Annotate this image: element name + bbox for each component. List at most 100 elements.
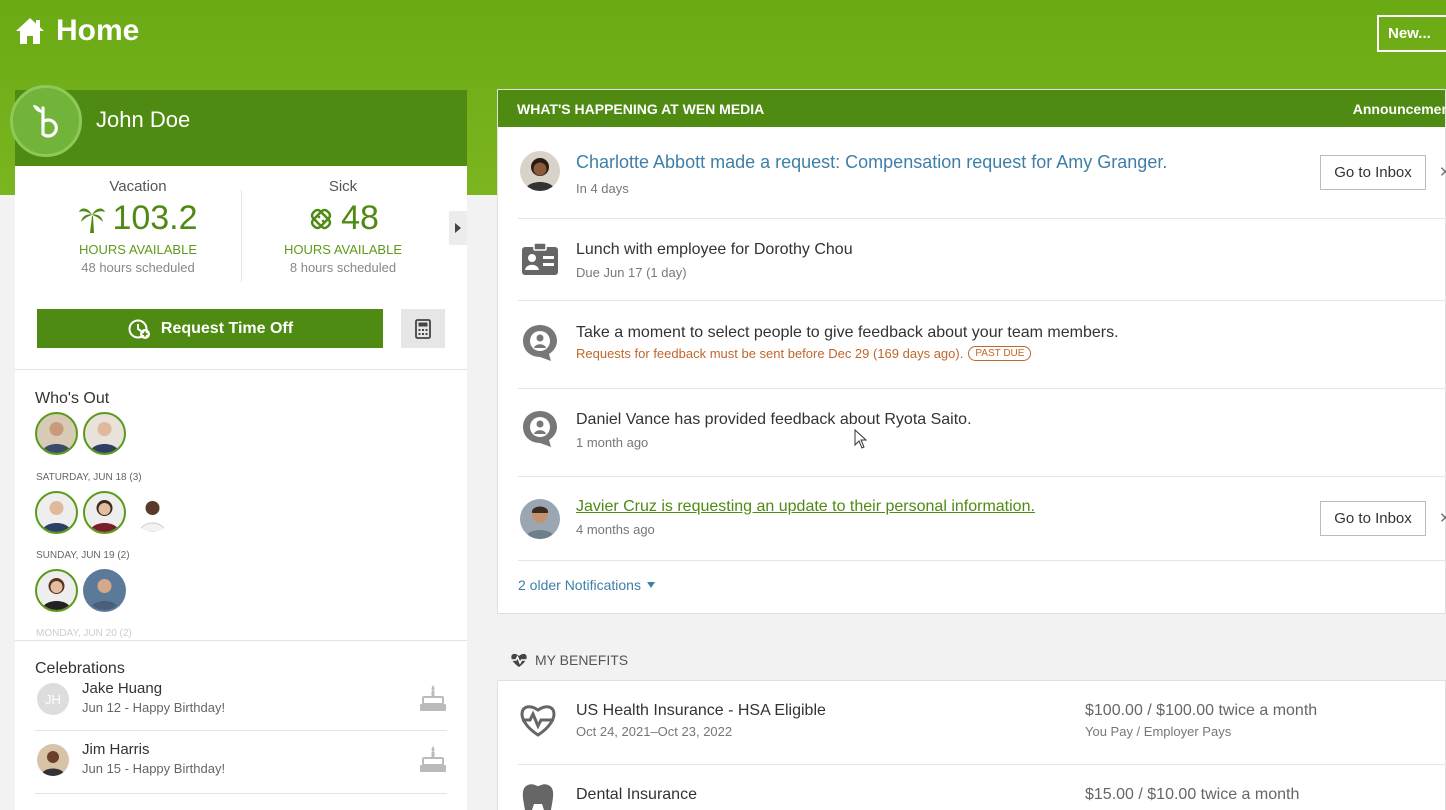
celebration-sub: Jun 15 - Happy Birthday! <box>82 761 226 776</box>
cake-icon <box>420 746 446 772</box>
employee-card: John Doe Vacation 103.2 HOURS AVAILABLE … <box>10 85 467 810</box>
sick-balance[interactable]: Sick 48 HOURS AVAILABLE 8 hours schedule… <box>240 178 446 275</box>
request-time-off-button[interactable]: Request Time Off <box>37 309 383 348</box>
profile-name[interactable]: John Doe <box>96 107 190 133</box>
whos-out-today <box>35 412 126 455</box>
avatar[interactable] <box>83 491 126 534</box>
notification-item[interactable]: Daniel Vance has provided feedback about… <box>518 389 1446 477</box>
celebration-item[interactable]: JH Jake Huang Jun 12 - Happy Birthday! <box>35 679 447 729</box>
close-icon[interactable]: ✕ <box>1439 509 1446 527</box>
notification-title: Take a moment to select people to give f… <box>576 324 1119 341</box>
avatar[interactable] <box>35 569 78 612</box>
go-to-inbox-button[interactable]: Go to Inbox <box>1320 155 1426 190</box>
notification-item[interactable]: Javier Cruz is requesting an update to t… <box>518 477 1446 561</box>
balance-type: Sick <box>328 178 358 195</box>
mouse-cursor-icon <box>854 429 868 449</box>
older-notifications-link[interactable]: 2 older Notifications <box>518 577 655 593</box>
day-heading: SATURDAY, JUN 18 (3) <box>36 472 142 483</box>
close-icon[interactable]: ✕ <box>1439 163 1446 181</box>
page-header: Home <box>14 14 139 48</box>
avatar[interactable] <box>35 491 78 534</box>
avatar <box>37 744 69 776</box>
feedback-icon <box>520 409 560 449</box>
balance-type: Vacation <box>109 178 167 195</box>
request-time-off-label: Request Time Off <box>160 319 294 337</box>
company-logo <box>10 85 82 157</box>
benefit-cost: $100.00 / $100.00 twice a month <box>1085 702 1318 719</box>
benefit-cost: $15.00 / $10.00 twice a month <box>1085 786 1300 803</box>
home-icon <box>16 18 44 44</box>
benefit-name: US Health Insurance - HSA Eligible <box>576 702 826 719</box>
id-card-icon <box>520 239 560 279</box>
feedback-icon <box>520 323 560 363</box>
new-button[interactable]: New... <box>1377 15 1446 52</box>
notification-warning: Requests for feedback must be sent befor… <box>576 346 1032 361</box>
clock-plus-icon <box>128 319 150 339</box>
benefits-panel: US Health Insurance - HSA Eligible Oct 2… <box>497 680 1446 810</box>
benefit-item[interactable]: US Health Insurance - HSA Eligible Oct 2… <box>518 681 1446 765</box>
balance-scheduled: 8 hours scheduled <box>289 260 397 275</box>
page-title: Home <box>56 14 140 47</box>
older-notifications-label: 2 older Notifications <box>518 577 641 593</box>
celebrations-title: Celebrations <box>35 660 125 677</box>
notification-item[interactable]: Lunch with employee for Dorothy Chou Due… <box>518 219 1446 301</box>
whos-out-day <box>35 569 126 612</box>
balance-value: 103.2 <box>112 199 198 237</box>
warning-text: Requests for feedback must be sent befor… <box>576 346 964 361</box>
celebration-name: Jake Huang <box>82 680 163 697</box>
avatar[interactable] <box>83 412 126 455</box>
balance-available: HOURS AVAILABLE <box>283 242 402 257</box>
notification-item[interactable]: Charlotte Abbott made a request: Compens… <box>518 127 1446 219</box>
notification-item[interactable]: Take a moment to select people to give f… <box>518 301 1446 389</box>
announcements-tab[interactable]: Announcemen <box>1353 101 1446 117</box>
panel-header: WHAT'S HAPPENING AT WEN MEDIA Announceme… <box>498 90 1446 127</box>
calculator-button[interactable] <box>401 309 445 348</box>
balance-available: HOURS AVAILABLE <box>78 242 197 257</box>
bandage-icon <box>310 208 332 229</box>
caret-down-icon <box>646 582 655 588</box>
celebration-name: Jim Harris <box>82 741 150 758</box>
benefit-payer: You Pay / Employer Pays <box>1085 724 1232 739</box>
tooth-icon <box>522 784 554 810</box>
notification-sub: Due Jun 17 (1 day) <box>576 265 687 280</box>
leaf-b-icon <box>33 105 58 138</box>
go-to-inbox-button[interactable]: Go to Inbox <box>1320 501 1426 536</box>
cake-icon <box>420 685 446 711</box>
avatar <box>520 151 560 191</box>
time-off-balances: Vacation 103.2 HOURS AVAILABLE 48 hours … <box>15 166 467 296</box>
profile-bar: John Doe <box>10 85 467 166</box>
whats-happening-panel: WHAT'S HAPPENING AT WEN MEDIA Announceme… <box>497 89 1446 614</box>
avatar[interactable] <box>83 569 126 612</box>
benefits-title: MY BENEFITS <box>535 652 629 668</box>
balance-scheduled: 48 hours scheduled <box>81 260 195 275</box>
balance-value: 48 <box>341 199 379 237</box>
avatar: JH <box>37 683 69 715</box>
benefit-dates: Oct 24, 2021–Oct 23, 2022 <box>576 724 733 739</box>
day-heading: MONDAY, JUN 20 (2) <box>36 628 132 639</box>
divider <box>35 793 447 794</box>
notification-title: Lunch with employee for Dorothy Chou <box>576 241 853 258</box>
benefits-heading: MY BENEFITS <box>510 652 628 668</box>
divider <box>15 640 467 641</box>
calculator-icon <box>415 318 431 339</box>
notification-sub: 4 months ago <box>576 522 655 537</box>
notification-title: Daniel Vance has provided feedback about… <box>576 411 972 428</box>
whos-out-day <box>35 491 174 534</box>
palm-tree-icon <box>79 208 106 233</box>
benefit-name: Dental Insurance <box>576 786 697 803</box>
avatar[interactable] <box>131 491 174 534</box>
celebration-sub: Jun 12 - Happy Birthday! <box>82 700 226 715</box>
chevron-right-icon <box>455 223 461 233</box>
notification-sub: 1 month ago <box>576 435 649 450</box>
heart-pulse-icon <box>511 653 527 667</box>
vacation-balance[interactable]: Vacation 103.2 HOURS AVAILABLE 48 hours … <box>35 178 241 275</box>
past-due-badge: PAST DUE <box>968 346 1032 361</box>
notification-title[interactable]: Javier Cruz is requesting an update to t… <box>576 498 1035 516</box>
next-balance-button[interactable] <box>449 211 467 245</box>
celebration-item[interactable]: Jim Harris Jun 15 - Happy Birthday! <box>35 740 447 790</box>
notification-title[interactable]: Charlotte Abbott made a request: Compens… <box>576 152 1167 173</box>
heart-pulse-icon <box>520 705 556 737</box>
avatar[interactable] <box>35 412 78 455</box>
day-heading: SUNDAY, JUN 19 (2) <box>36 550 130 561</box>
benefit-item[interactable]: Dental Insurance $15.00 / $10.00 twice a… <box>518 766 1446 810</box>
